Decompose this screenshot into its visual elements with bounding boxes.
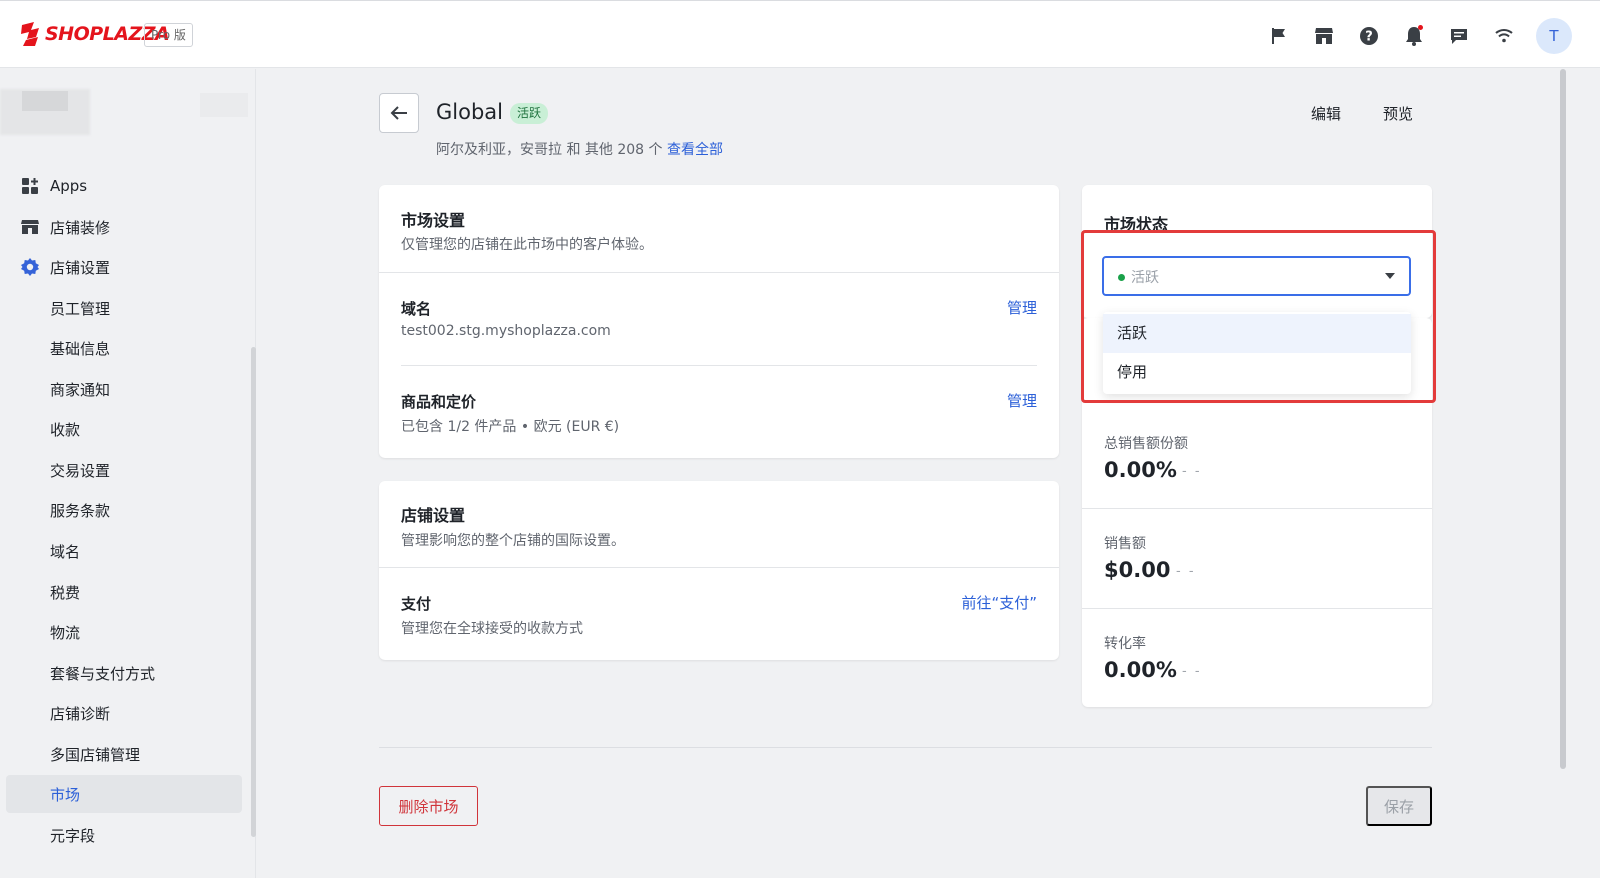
save-button[interactable]: 保存 — [1366, 786, 1432, 826]
divider — [379, 272, 1059, 273]
pricing-value: 已包含 1/2 件产品 • 欧元 (EUR €) — [401, 419, 620, 435]
divider — [1082, 508, 1432, 509]
divider — [379, 567, 1059, 568]
payment-desc: 管理您在全球接受的收款方式 — [401, 621, 583, 637]
stat-label: 销售额 — [1104, 536, 1146, 552]
view-all-link[interactable]: 查看全部 — [667, 142, 723, 158]
sidebar-sub-notifications[interactable]: 商家通知 — [6, 370, 242, 408]
divider — [1082, 608, 1432, 609]
market-regions: 阿尔及利亚，安哥拉 和 其他 208 个 查看全部 — [436, 139, 723, 159]
card-title: 店铺设置 — [401, 506, 466, 525]
back-button[interactable] — [379, 93, 419, 133]
help-icon[interactable]: ? — [1357, 24, 1381, 48]
footer-divider — [379, 747, 1432, 748]
regions-text: 阿尔及利亚，安哥拉 和 其他 208 个 — [436, 142, 663, 158]
stat-value: 0.00% — [1104, 458, 1177, 482]
sidebar-sub-label: 多国店铺管理 — [50, 745, 141, 764]
sidebar-sub-label: 套餐与支付方式 — [50, 664, 156, 683]
sidebar-item-store-settings[interactable]: 店铺设置 — [6, 248, 242, 286]
sidebar-sub-label: 员工管理 — [50, 299, 111, 318]
stat-label: 转化率 — [1104, 636, 1146, 652]
pricing-title: 商品和定价 — [401, 393, 477, 411]
preview-button[interactable]: 预览 — [1383, 103, 1413, 124]
sidebar-item-label: 店铺设置 — [50, 258, 111, 277]
sidebar: Apps 店铺装修 店铺设置 员工管理 基础信息 商家通知 收款 交易设置 服务… — [0, 69, 256, 878]
sidebar-sub-label: 物流 — [50, 623, 81, 642]
notification-dot — [1418, 25, 1423, 30]
top-icon-group: ? T — [1246, 18, 1572, 54]
sidebar-sub-label: 收款 — [50, 420, 81, 439]
card-description: 仅管理您的店铺在此市场中的客户体验。 — [401, 237, 653, 253]
user-avatar[interactable]: T — [1536, 18, 1572, 54]
card-title: 市场设置 — [401, 211, 466, 230]
apps-icon — [20, 176, 40, 196]
stat-trend: - - — [1182, 464, 1202, 479]
sidebar-sub-checkout[interactable]: 交易设置 — [6, 451, 242, 489]
store-switcher[interactable] — [0, 89, 256, 159]
top-bar: SHOPLAZZA Pro 版 ? T — [0, 0, 1600, 68]
highlight-frame — [1081, 230, 1436, 403]
flag-icon[interactable] — [1267, 24, 1291, 48]
stat-value: $0.00 — [1104, 558, 1171, 582]
stat-value: 0.00% — [1104, 658, 1177, 682]
gear-icon — [20, 257, 40, 277]
domain-manage-link[interactable]: 管理 — [1007, 297, 1037, 318]
sidebar-sub-label: 店铺诊断 — [50, 704, 111, 723]
page-title: Global — [436, 100, 503, 124]
sidebar-sub-taxes[interactable]: 税费 — [6, 573, 242, 611]
payment-title: 支付 — [401, 595, 432, 613]
arrow-left-icon — [390, 106, 407, 120]
sidebar-sub-basic-info[interactable]: 基础信息 — [6, 329, 242, 367]
sidebar-sub-multi-store[interactable]: 多国店铺管理 — [6, 735, 242, 773]
stat-trend: - - — [1182, 664, 1202, 679]
domain-value: test002.stg.myshoplazza.com — [401, 323, 611, 339]
store-settings-card: 店铺设置 管理影响您的整个店铺的国际设置。 支付 管理您在全球接受的收款方式 前… — [379, 481, 1059, 660]
plan-badge: Pro 版 — [144, 23, 193, 47]
pricing-manage-link[interactable]: 管理 — [1007, 390, 1037, 411]
store-icon[interactable] — [1312, 24, 1336, 48]
wifi-icon[interactable] — [1492, 24, 1516, 48]
sidebar-sub-label: 市场 — [50, 785, 81, 804]
sidebar-sub-label: 税费 — [50, 583, 81, 602]
stat-label: 总销售额份额 — [1104, 436, 1188, 452]
sidebar-sub-terms[interactable]: 服务条款 — [6, 491, 242, 529]
message-icon[interactable] — [1447, 24, 1471, 48]
sidebar-sub-label: 基础信息 — [50, 339, 111, 358]
page-scrollbar[interactable] — [1560, 69, 1566, 769]
sidebar-sub-label: 域名 — [50, 542, 81, 561]
sidebar-sub-label: 元字段 — [50, 826, 96, 845]
sidebar-sub-diagnosis[interactable]: 店铺诊断 — [6, 694, 242, 732]
sidebar-scrollbar[interactable] — [251, 347, 256, 837]
sidebar-sub-markets[interactable]: 市场 — [6, 775, 242, 813]
stat-trend: - - — [1176, 564, 1196, 579]
market-settings-card: 市场设置 仅管理您的店铺在此市场中的客户体验。 域名 test002.stg.m… — [379, 185, 1059, 458]
sidebar-item-store-design[interactable]: 店铺装修 — [6, 208, 242, 246]
sidebar-sub-payments[interactable]: 收款 — [6, 410, 242, 448]
sidebar-sub-staff[interactable]: 员工管理 — [6, 289, 242, 327]
bell-icon[interactable] — [1402, 24, 1426, 48]
sidebar-sub-metafields[interactable]: 元字段 — [6, 816, 242, 854]
logo-mark-icon — [21, 22, 39, 46]
go-to-payments-link[interactable]: 前往“支付” — [961, 592, 1037, 613]
domain-title: 域名 — [401, 300, 432, 318]
sidebar-sub-plan[interactable]: 套餐与支付方式 — [6, 654, 242, 692]
sidebar-item-label: Apps — [50, 177, 88, 195]
sidebar-item-apps[interactable]: Apps — [6, 167, 242, 205]
delete-market-button[interactable]: 删除市场 — [379, 786, 478, 826]
sidebar-sub-domains[interactable]: 域名 — [6, 532, 242, 570]
sidebar-sub-shipping[interactable]: 物流 — [6, 613, 242, 651]
status-badge: 活跃 — [510, 103, 549, 124]
store-icon — [20, 217, 40, 237]
edit-button[interactable]: 编辑 — [1311, 103, 1341, 124]
sidebar-sub-label: 商家通知 — [50, 380, 111, 399]
sidebar-item-label: 店铺装修 — [50, 218, 111, 237]
svg-text:?: ? — [1365, 30, 1373, 45]
sidebar-sub-label: 服务条款 — [50, 501, 111, 520]
card-description: 管理影响您的整个店铺的国际设置。 — [401, 533, 625, 549]
sidebar-sub-label: 交易设置 — [50, 461, 111, 480]
divider — [401, 365, 1037, 366]
